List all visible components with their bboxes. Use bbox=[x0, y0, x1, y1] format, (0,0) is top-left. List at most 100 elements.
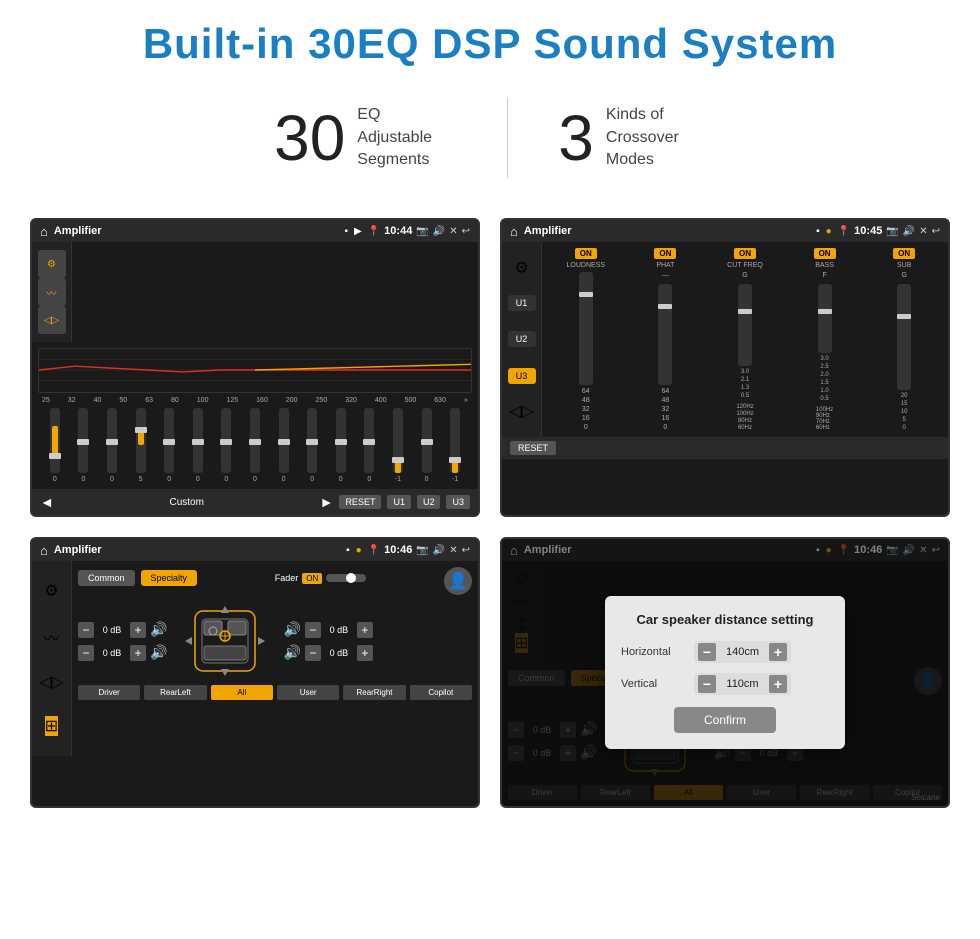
sub-slider[interactable] bbox=[897, 284, 911, 390]
phat-on-badge[interactable]: ON bbox=[654, 248, 676, 259]
eq-record-icon: ▪ bbox=[344, 226, 348, 237]
eq-sidebar-btn-2[interactable]: 〰 bbox=[38, 278, 66, 306]
db-plus-3[interactable]: + bbox=[357, 622, 373, 638]
home-icon[interactable]: ⌂ bbox=[40, 224, 48, 239]
channel-bass: ON BASS F 3.0 2.5 2.0 1.5 1.0 0.5 bbox=[787, 248, 863, 431]
stat-crossover: 3 Kinds ofCrossover Modes bbox=[508, 104, 756, 171]
tab-specialty[interactable]: Specialty bbox=[141, 570, 198, 586]
tab-common[interactable]: Common bbox=[78, 570, 135, 586]
db-plus-4[interactable]: + bbox=[357, 645, 373, 661]
db-plus-2[interactable]: + bbox=[130, 645, 146, 661]
speaker-status-bar: ⌂ Amplifier ▪ ● 📍 10:46 📷 🔊 ✕ ↩ bbox=[32, 539, 478, 561]
fader-slider[interactable] bbox=[326, 574, 366, 582]
eq-slider-6[interactable]: 0 bbox=[185, 408, 211, 483]
all-btn[interactable]: All bbox=[211, 685, 273, 700]
eq-slider-9[interactable]: 0 bbox=[271, 408, 297, 483]
car-diagram bbox=[175, 601, 275, 681]
db-row-2: − 0 dB + 🔊 bbox=[78, 644, 167, 661]
eq-slider-5[interactable]: 0 bbox=[156, 408, 182, 483]
eq-number: 30 bbox=[274, 106, 345, 170]
wifi-icon-2: ✕ bbox=[919, 226, 927, 237]
crossover-reset-btn[interactable]: RESET bbox=[510, 441, 556, 455]
db-minus-2[interactable]: − bbox=[78, 645, 94, 661]
eq-u3-btn[interactable]: U3 bbox=[446, 495, 470, 509]
rearright-btn[interactable]: RearRight bbox=[343, 685, 405, 700]
eq-slider-8[interactable]: 0 bbox=[242, 408, 268, 483]
driver-btn[interactable]: Driver bbox=[78, 685, 140, 700]
eq-slider-15[interactable]: -1 bbox=[442, 408, 468, 483]
loudness-on-badge[interactable]: ON bbox=[575, 248, 597, 259]
speaker-screen-title: Amplifier bbox=[54, 544, 340, 556]
eq-play-icon[interactable]: ▶ bbox=[354, 226, 362, 237]
vertical-minus-btn[interactable]: − bbox=[698, 675, 716, 693]
eq-slider-13[interactable]: -1 bbox=[385, 408, 411, 483]
eq-sidebar-btn-1[interactable]: ⚙ bbox=[38, 250, 66, 278]
channel-phat: ON PHAT — 64 48 32 16 0 bbox=[628, 248, 704, 431]
crossover-sidebar-btn-2[interactable]: ◁▷ bbox=[509, 401, 534, 421]
speaker-sidebar-btn-4[interactable]: ⊞ bbox=[45, 716, 58, 736]
stat-eq: 30 EQ AdjustableSegments bbox=[224, 104, 507, 171]
fader-on-badge[interactable]: ON bbox=[302, 573, 322, 584]
bass-slider[interactable] bbox=[818, 284, 832, 353]
eq-slider-1[interactable]: 0 bbox=[42, 408, 68, 483]
db-row-4: 🔊 − 0 dB + bbox=[283, 644, 372, 661]
loudness-slider[interactable] bbox=[579, 272, 593, 385]
db-row-3: 🔊 − 0 dB + bbox=[283, 621, 372, 638]
eq-slider-14[interactable]: 0 bbox=[414, 408, 440, 483]
speaker-main: Common Specialty Fader ON 👤 bbox=[72, 561, 478, 756]
home-icon-3[interactable]: ⌂ bbox=[40, 543, 48, 558]
crossover-reset-row: RESET bbox=[502, 437, 948, 459]
eq-reset-btn[interactable]: RESET bbox=[339, 495, 381, 509]
eq-next-btn[interactable]: ► bbox=[320, 494, 334, 510]
copilot-btn[interactable]: Copilot bbox=[410, 685, 472, 700]
cutfreq-label: CUT FREQ bbox=[727, 262, 763, 269]
eq-slider-3[interactable]: 0 bbox=[99, 408, 125, 483]
right-db-controls: 🔊 − 0 dB + 🔊 − 0 dB + bbox=[283, 621, 372, 661]
back-icon[interactable]: ↩ bbox=[462, 226, 470, 237]
speaker-sidebar-btn-1[interactable]: ⚙ bbox=[44, 581, 58, 601]
eq-u1-btn[interactable]: U1 bbox=[387, 495, 411, 509]
crossover-sidebar-btn-1[interactable]: ⚙ bbox=[514, 258, 528, 278]
phat-slider[interactable] bbox=[658, 284, 672, 385]
db-plus-1[interactable]: + bbox=[130, 622, 146, 638]
eq-freq-labels: 25 32 40 50 63 80 100 125 160 200 250 32… bbox=[38, 397, 472, 404]
eq-slider-12[interactable]: 0 bbox=[357, 408, 383, 483]
speaker-time: 10:46 bbox=[384, 544, 412, 556]
home-icon-2[interactable]: ⌂ bbox=[510, 224, 518, 239]
eq-slider-4[interactable]: 5 bbox=[128, 408, 154, 483]
fader-label: Fader bbox=[275, 573, 299, 583]
vertical-plus-btn[interactable]: + bbox=[769, 675, 787, 693]
crossover-status-icons: 📍 10:45 📷 🔊 ✕ ↩ bbox=[838, 225, 940, 237]
cutfreq-on-badge[interactable]: ON bbox=[734, 248, 756, 259]
sub-on-badge[interactable]: ON bbox=[893, 248, 915, 259]
crossover-number: 3 bbox=[558, 106, 594, 170]
bass-on-badge[interactable]: ON bbox=[814, 248, 836, 259]
eq-prev-btn[interactable]: ◄ bbox=[40, 494, 54, 510]
eq-slider-2[interactable]: 0 bbox=[71, 408, 97, 483]
horizontal-minus-btn[interactable]: − bbox=[698, 643, 716, 661]
profile-icon[interactable]: 👤 bbox=[444, 567, 472, 595]
confirm-button[interactable]: Confirm bbox=[674, 707, 776, 733]
horizontal-value: 140cm bbox=[720, 646, 765, 658]
eq-slider-11[interactable]: 0 bbox=[328, 408, 354, 483]
horizontal-plus-btn[interactable]: + bbox=[769, 643, 787, 661]
crossover-u2-btn[interactable]: U2 bbox=[508, 331, 536, 347]
db-minus-1[interactable]: − bbox=[78, 622, 94, 638]
eq-u2-btn[interactable]: U2 bbox=[417, 495, 441, 509]
speaker-sidebar-btn-2[interactable]: 〰 bbox=[43, 625, 59, 649]
eq-slider-7[interactable]: 0 bbox=[214, 408, 240, 483]
db-minus-4[interactable]: − bbox=[305, 645, 321, 661]
speaker-sidebar-btn-3[interactable]: ◁▷ bbox=[39, 672, 64, 692]
db-minus-3[interactable]: − bbox=[305, 622, 321, 638]
back-icon-3[interactable]: ↩ bbox=[462, 545, 470, 556]
db-val-3: 0 dB bbox=[325, 625, 353, 635]
eq-slider-10[interactable]: 0 bbox=[299, 408, 325, 483]
crossover-u1-btn[interactable]: U1 bbox=[508, 295, 536, 311]
eq-sidebar-btn-3[interactable]: ◁▷ bbox=[38, 306, 66, 334]
cutfreq-slider[interactable] bbox=[738, 284, 752, 366]
more-icon[interactable]: » bbox=[464, 397, 468, 404]
back-icon-2[interactable]: ↩ bbox=[932, 226, 940, 237]
crossover-u3-btn[interactable]: U3 bbox=[508, 368, 536, 384]
user-btn[interactable]: User bbox=[277, 685, 339, 700]
rearleft-btn[interactable]: RearLeft bbox=[144, 685, 206, 700]
